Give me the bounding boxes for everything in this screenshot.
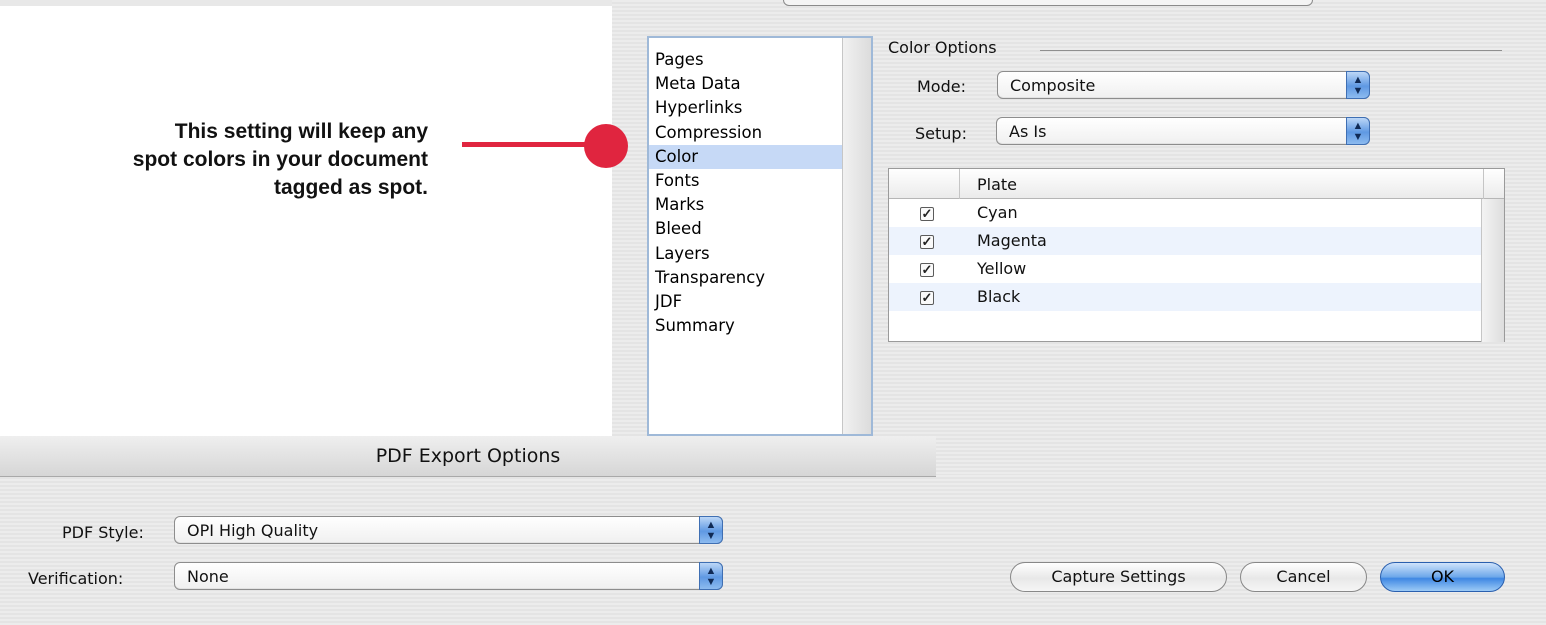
annotation-line-1: This setting will keep any [174,120,428,143]
annotation-text: This setting will keep any spot colors i… [20,118,428,202]
category-item-fonts[interactable]: Fonts [654,169,844,193]
updown-arrows-icon: ▲ ▼ [699,562,723,590]
updown-arrows-icon: ▲ ▼ [699,516,723,544]
plate-name: Cyan [977,203,1018,222]
plate-checkbox[interactable]: ✓ [920,207,934,221]
verification-label: Verification: [28,569,124,588]
setup-popup-value: As Is [1009,122,1047,141]
verification-value: None [187,567,229,586]
category-items: Pages Meta Data Hyperlinks Compression Color… [649,48,845,338]
mode-popup-value: Composite [1010,76,1096,95]
category-item-summary[interactable]: Summary [654,314,844,338]
plate-rows: ✓ Cyan ✓ Magenta ✓ Yellow ✓ Black [889,199,1483,339]
table-row[interactable]: ✓ Black [889,283,1483,311]
table-row[interactable]: ✓ Yellow [889,255,1483,283]
verification-popup[interactable]: None ▲ ▼ [174,562,723,590]
pdf-style-popup[interactable]: OPI High Quality ▲ ▼ [174,516,723,544]
plate-name: Yellow [977,259,1027,278]
pdf-style-label: PDF Style: [62,523,144,542]
category-item-pages[interactable]: Pages [654,48,844,72]
annotation-line-2: spot colors in your document [132,148,428,171]
category-item-bleed[interactable]: Bleed [654,217,844,241]
plate-name: Black [977,287,1021,306]
mode-label: Mode: [917,77,966,96]
column-separator [1483,169,1484,199]
table-row[interactable]: ✓ Magenta [889,227,1483,255]
annotation-pointer-dot [584,124,628,168]
ok-button[interactable]: OK [1380,562,1505,592]
category-item-meta-data[interactable]: Meta Data [654,72,844,96]
table-row[interactable]: ✓ Cyan [889,199,1483,227]
updown-arrows-icon: ▲ ▼ [1346,117,1370,145]
capture-settings-button[interactable]: Capture Settings [1010,562,1227,592]
category-list[interactable]: Pages Meta Data Hyperlinks Compression Color… [647,36,873,436]
category-item-transparency[interactable]: Transparency [654,266,844,290]
category-item-marks[interactable]: Marks [654,193,844,217]
cancel-button[interactable]: Cancel [1240,562,1367,592]
top-strip [0,0,612,6]
column-separator [959,169,960,199]
category-item-hyperlinks[interactable]: Hyperlinks [654,96,844,120]
window-title: PDF Export Options [375,445,561,467]
category-item-compression[interactable]: Compression [654,121,844,145]
mode-popup[interactable]: Composite ▲ ▼ [997,71,1370,99]
category-item-color[interactable]: Color [649,144,845,169]
plate-checkbox[interactable]: ✓ [920,235,934,249]
plate-checkbox[interactable]: ✓ [920,263,934,277]
setup-label: Setup: [915,124,967,143]
top-popup-edge [783,0,1313,6]
window-titlebar[interactable]: PDF Export Options [0,436,936,477]
pdf-style-value: OPI High Quality [187,521,319,540]
plate-column-header[interactable]: Plate [977,175,1017,194]
plate-table-header: Plate [889,169,1504,199]
plate-table-scrollbar[interactable] [1481,199,1504,342]
annotation-pointer-line [462,142,596,147]
plate-table[interactable]: Plate ✓ Cyan ✓ Magenta ✓ Yellow ✓ Black [888,168,1505,342]
setup-popup[interactable]: As Is ▲ ▼ [996,117,1370,145]
plate-name: Magenta [977,231,1047,250]
category-list-scrollbar[interactable] [842,38,871,434]
group-divider [1040,50,1502,51]
color-options-group-label: Color Options [888,38,997,57]
annotation-line-3: tagged as spot. [273,176,428,199]
table-row-empty [889,311,1483,339]
dialog-background-bottom [0,475,1546,625]
updown-arrows-icon: ▲ ▼ [1346,71,1370,99]
category-item-layers[interactable]: Layers [654,242,844,266]
category-item-jdf[interactable]: JDF [654,290,844,314]
plate-checkbox[interactable]: ✓ [920,291,934,305]
